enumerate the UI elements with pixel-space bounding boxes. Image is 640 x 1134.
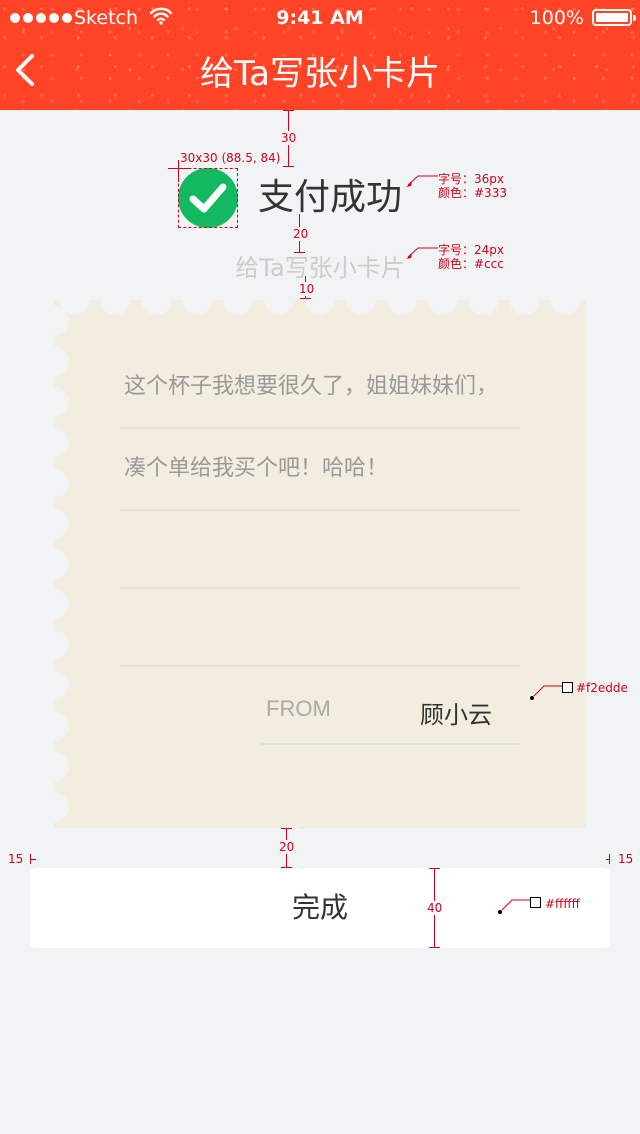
stamp-card: 这个杯子我想要很久了，姐姐妹妹们， 凑个单给我买个吧！哈哈！ FROM 顾小云 bbox=[54, 300, 586, 828]
color-swatch bbox=[562, 682, 573, 693]
message-line-2[interactable]: 凑个单给我买个吧！哈哈！ bbox=[124, 454, 388, 484]
gap-top-cap bbox=[283, 166, 294, 167]
from-divider bbox=[260, 743, 520, 745]
header-bar: Sketch 9:41 AM 100% 给Ta写张小卡片 bbox=[0, 0, 640, 110]
arrow-icon bbox=[406, 247, 438, 259]
gap-top-label: 30 bbox=[281, 131, 297, 145]
margin-right-label: 15 bbox=[618, 852, 634, 866]
arrow-icon bbox=[530, 685, 562, 700]
gap-button-cap bbox=[281, 867, 292, 868]
gap-subtitle-label: 10 bbox=[299, 282, 315, 296]
message-line-1[interactable]: 这个杯子我想要很久了，姐姐妹妹们， bbox=[124, 372, 498, 402]
message-divider bbox=[120, 587, 520, 589]
margin-left-cap bbox=[30, 854, 31, 864]
card-color-note: #f2edde bbox=[576, 681, 628, 695]
gap-top-cap bbox=[283, 110, 294, 111]
icon-bounding-box bbox=[178, 168, 238, 228]
status-bar: Sketch 9:41 AM 100% bbox=[0, 0, 640, 36]
battery-percent: 100% bbox=[529, 7, 584, 29]
card-subtitle: 给Ta写张小卡片 bbox=[235, 254, 405, 282]
icon-spec-label: 30x30 (88.5, 84) bbox=[180, 151, 281, 165]
icon-crosshair bbox=[178, 160, 179, 182]
battery-icon bbox=[592, 9, 636, 26]
subtitle-font-size-note: 字号：24px bbox=[438, 243, 504, 257]
icon-crosshair bbox=[168, 168, 190, 169]
margin-left-label: 15 bbox=[8, 852, 24, 866]
from-name-field[interactable]: 顾小云 bbox=[420, 695, 492, 730]
gap-button-label: 20 bbox=[279, 840, 295, 854]
gap-subtitle-cap bbox=[300, 298, 311, 299]
color-swatch bbox=[530, 897, 541, 908]
button-height-cap bbox=[429, 868, 440, 869]
message-divider bbox=[120, 427, 520, 429]
title-font-size-note: 字号：36px bbox=[438, 172, 504, 186]
arrow-icon bbox=[498, 899, 530, 914]
page-title: 给Ta写张小卡片 bbox=[200, 54, 440, 94]
message-divider bbox=[120, 665, 520, 667]
button-height-label: 40 bbox=[427, 901, 443, 915]
gap-title-cap bbox=[294, 252, 305, 253]
subtitle-color-note: 颜色：#ccc bbox=[438, 257, 504, 271]
message-divider bbox=[120, 509, 520, 511]
gap-button-cap bbox=[281, 828, 292, 829]
payment-success-title: 支付成功 bbox=[258, 177, 403, 218]
margin-right-line bbox=[606, 859, 610, 860]
gap-title-label: 20 bbox=[293, 227, 309, 241]
title-color-note: 颜色：#333 bbox=[438, 186, 507, 200]
button-height-cap bbox=[429, 947, 440, 948]
button-color-note: #ffffff bbox=[545, 897, 580, 911]
from-label: FROM bbox=[266, 696, 331, 721]
arrow-icon bbox=[406, 175, 438, 187]
